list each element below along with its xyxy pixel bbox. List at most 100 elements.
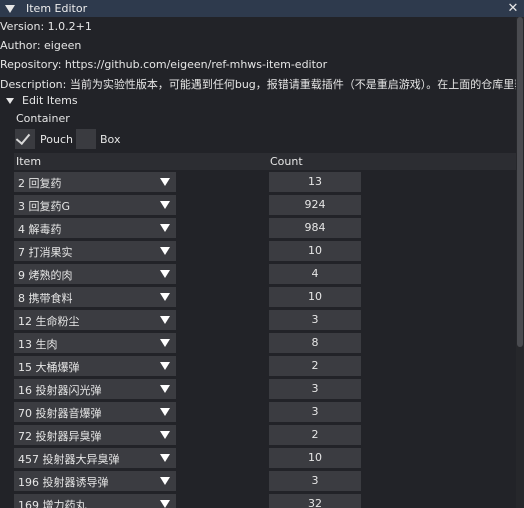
item-dropdown[interactable]: 2 回复药 — [14, 172, 176, 192]
table-row: 12 生命粉尘 3 — [0, 310, 516, 330]
table-row: 457 投射器大异臭弹 10 — [0, 448, 516, 468]
table-row: 169 增力药丸 32 — [0, 494, 516, 508]
table-row: 15 大桶爆弹 2 — [0, 356, 516, 376]
dropdown-arrow-icon[interactable] — [160, 454, 170, 462]
count-input[interactable]: 3 — [269, 402, 361, 422]
count-column-header: Count — [270, 155, 303, 168]
dropdown-arrow-icon[interactable] — [160, 270, 170, 278]
count-input[interactable]: 3 — [269, 471, 361, 491]
table-row: 2 回复药 13 — [0, 172, 516, 192]
item-name: 196 投射器诱导弹 — [18, 476, 109, 489]
count-value: 32 — [308, 497, 322, 508]
item-dropdown[interactable]: 196 投射器诱导弹 — [14, 471, 176, 491]
item-dropdown[interactable]: 169 增力药丸 — [14, 494, 176, 508]
container-label: Container — [16, 112, 70, 125]
item-name: 4 解毒药 — [18, 223, 62, 236]
table-row: 7 打消果实 10 — [0, 241, 516, 261]
table-row: 72 投射器异臭弹 2 — [0, 425, 516, 445]
item-dropdown[interactable]: 72 投射器异臭弹 — [14, 425, 176, 445]
dropdown-arrow-icon[interactable] — [160, 477, 170, 485]
item-name: 169 增力药丸 — [18, 499, 87, 508]
pouch-label[interactable]: Pouch — [40, 133, 73, 146]
version-text: Version: 1.0.2+1 — [0, 20, 92, 33]
count-value: 4 — [311, 267, 319, 280]
count-input[interactable]: 13 — [269, 172, 361, 192]
count-value: 2 — [311, 359, 319, 372]
count-input[interactable]: 984 — [269, 218, 361, 238]
dropdown-arrow-icon[interactable] — [160, 408, 170, 416]
dropdown-arrow-icon[interactable] — [160, 293, 170, 301]
count-input[interactable]: 10 — [269, 287, 361, 307]
table-row: 4 解毒药 984 — [0, 218, 516, 238]
title-bar[interactable]: Item Editor ✕ — [0, 0, 524, 17]
dropdown-arrow-icon[interactable] — [160, 224, 170, 232]
item-name: 12 生命粉尘 — [18, 315, 80, 328]
dropdown-arrow-icon[interactable] — [160, 431, 170, 439]
author-text: Author: eigeen — [0, 39, 82, 52]
count-value: 984 — [304, 221, 326, 234]
window-title: Item Editor — [26, 2, 88, 15]
count-value: 924 — [304, 198, 326, 211]
item-dropdown[interactable]: 8 携带食料 — [14, 287, 176, 307]
item-dropdown[interactable]: 13 生肉 — [14, 333, 176, 353]
count-input[interactable]: 10 — [269, 241, 361, 261]
dropdown-arrow-icon[interactable] — [160, 201, 170, 209]
count-input[interactable]: 4 — [269, 264, 361, 284]
count-value: 3 — [311, 405, 319, 418]
box-checkbox[interactable] — [76, 129, 96, 149]
item-dropdown[interactable]: 457 投射器大异臭弹 — [14, 448, 176, 468]
count-input[interactable]: 2 — [269, 356, 361, 376]
item-dropdown[interactable]: 4 解毒药 — [14, 218, 176, 238]
count-input[interactable]: 3 — [269, 310, 361, 330]
scrollbar[interactable] — [516, 17, 524, 508]
box-label[interactable]: Box — [100, 133, 120, 146]
item-column-header: Item — [16, 155, 42, 168]
count-input[interactable]: 32 — [269, 494, 361, 508]
item-dropdown[interactable]: 9 烤熟的肉 — [14, 264, 176, 284]
item-name: 457 投射器大异臭弹 — [18, 453, 120, 466]
close-icon[interactable]: ✕ — [506, 0, 520, 17]
expand-triangle-icon — [6, 97, 14, 104]
pouch-checkbox[interactable] — [15, 129, 35, 149]
count-value: 8 — [311, 336, 319, 349]
count-input[interactable]: 924 — [269, 195, 361, 215]
item-dropdown[interactable]: 70 投射器音爆弹 — [14, 402, 176, 422]
count-input[interactable]: 8 — [269, 333, 361, 353]
table-row: 13 生肉 8 — [0, 333, 516, 353]
dropdown-arrow-icon[interactable] — [160, 178, 170, 186]
edit-items-header[interactable]: Edit Items — [6, 94, 78, 107]
dropdown-arrow-icon[interactable] — [160, 500, 170, 508]
edit-items-label: Edit Items — [22, 94, 78, 107]
count-input[interactable]: 10 — [269, 448, 361, 468]
scrollbar-thumb[interactable] — [517, 17, 523, 347]
item-dropdown[interactable]: 16 投射器闪光弹 — [14, 379, 176, 399]
count-value: 10 — [308, 290, 322, 303]
count-value: 3 — [311, 313, 319, 326]
count-input[interactable]: 2 — [269, 425, 361, 445]
item-name: 72 投射器异臭弹 — [18, 430, 102, 443]
count-value: 10 — [308, 244, 322, 257]
dropdown-arrow-icon[interactable] — [160, 362, 170, 370]
item-name: 8 携带食料 — [18, 292, 73, 305]
item-dropdown[interactable]: 12 生命粉尘 — [14, 310, 176, 330]
item-dropdown[interactable]: 15 大桶爆弹 — [14, 356, 176, 376]
item-dropdown[interactable]: 7 打消果实 — [14, 241, 176, 261]
description-text: Description: 当前为实验性版本，可能遇到任何bug，报错请重载插件（… — [0, 78, 524, 91]
item-name: 3 回复药G — [18, 200, 71, 213]
item-name: 2 回复药 — [18, 177, 62, 190]
count-value: 13 — [308, 175, 322, 188]
checkmark-icon — [15, 129, 31, 146]
table-row: 16 投射器闪光弹 3 — [0, 379, 516, 399]
item-dropdown[interactable]: 3 回复药G — [14, 195, 176, 215]
table-row: 8 携带食料 10 — [0, 287, 516, 307]
dropdown-arrow-icon[interactable] — [160, 247, 170, 255]
table-row: 196 投射器诱导弹 3 — [0, 471, 516, 491]
count-value: 3 — [311, 382, 319, 395]
item-name: 7 打消果实 — [18, 246, 73, 259]
dropdown-arrow-icon[interactable] — [160, 385, 170, 393]
dropdown-arrow-icon[interactable] — [160, 339, 170, 347]
count-input[interactable]: 3 — [269, 379, 361, 399]
item-name: 13 生肉 — [18, 338, 58, 351]
collapse-triangle-icon[interactable] — [5, 4, 15, 13]
dropdown-arrow-icon[interactable] — [160, 316, 170, 324]
